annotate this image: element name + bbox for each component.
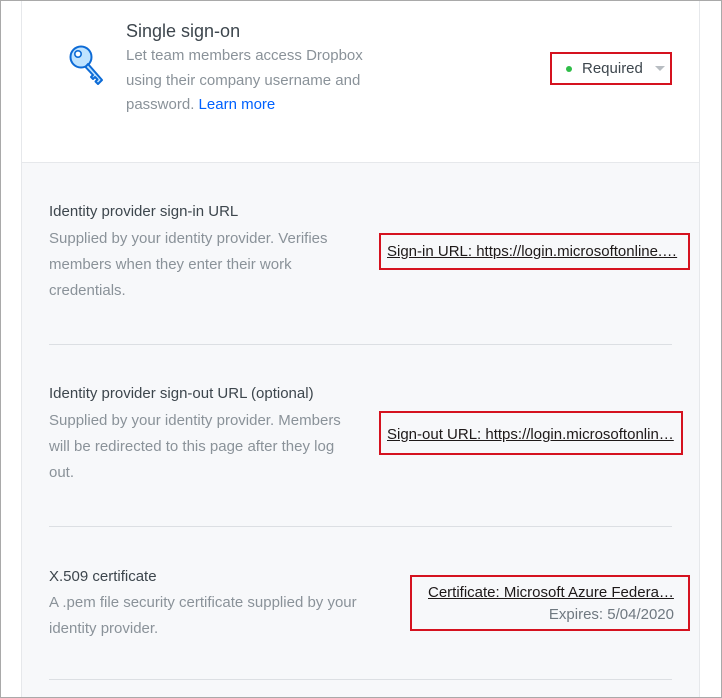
status-dot-icon: [566, 65, 572, 72]
sso-status-dropdown[interactable]: Required: [550, 52, 672, 85]
certificate-expiry: Expires: 5/04/2020: [548, 606, 674, 623]
signin-url-field[interactable]: Sign-in URL: https://login.microsoftonli…: [379, 233, 690, 270]
signin-url-description: Supplied by your identity provider. Veri…: [49, 230, 328, 299]
signout-url-field[interactable]: Sign-out URL: https://login.microsoftonl…: [379, 411, 683, 455]
divider: [49, 679, 672, 680]
signout-url-title: Identity provider sign-out URL (optional…: [49, 385, 314, 402]
chevron-down-icon: [654, 66, 665, 71]
window-frame: Single sign-on Let team members access D…: [0, 0, 722, 698]
key-icon: [69, 45, 103, 85]
certificate-title: X.509 certificate: [49, 568, 157, 585]
certificate-field[interactable]: Certificate: Microsoft Azure Federa… Exp…: [410, 575, 690, 631]
divider: [49, 526, 672, 527]
divider: [49, 344, 672, 345]
sso-description: Let team members access Dropbox using th…: [126, 44, 386, 118]
status-label: Required: [582, 60, 643, 77]
signout-url-link[interactable]: Sign-out URL: https://login.microsoftonl…: [387, 426, 677, 443]
signin-url-title: Identity provider sign-in URL: [49, 203, 239, 220]
certificate-description: A .pem file security certificate supplie…: [49, 594, 357, 637]
certificate-link[interactable]: Certificate: Microsoft Azure Federa…: [428, 584, 674, 601]
learn-more-link[interactable]: Learn more: [199, 96, 276, 113]
sso-title: Single sign-on: [126, 21, 241, 41]
sso-header: Single sign-on Let team members access D…: [22, 1, 699, 163]
signin-url-link[interactable]: Sign-in URL: https://login.microsoftonli…: [387, 243, 684, 260]
sso-settings-panel: Single sign-on Let team members access D…: [21, 1, 700, 697]
signout-url-description: Supplied by your identity provider. Memb…: [49, 412, 341, 481]
